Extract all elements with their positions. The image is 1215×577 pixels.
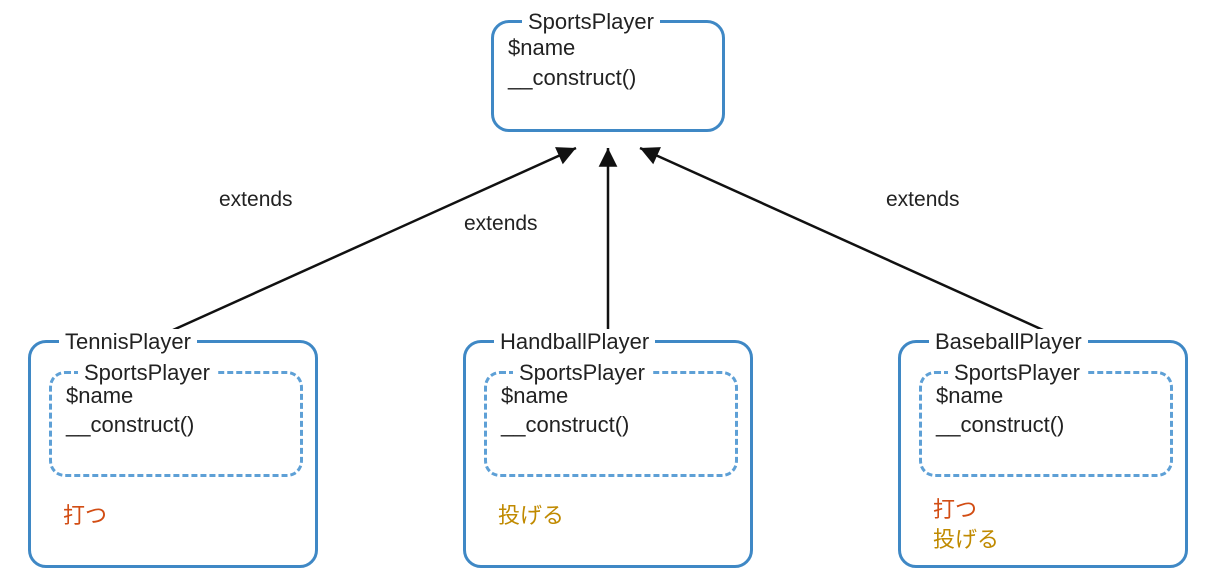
class-title: TennisPlayer — [59, 329, 197, 355]
inherited-title: SportsPlayer — [78, 360, 216, 386]
extends-label-left: extends — [217, 188, 295, 212]
inherited-box: SportsPlayer $name __construct() — [919, 371, 1173, 477]
class-box-baseball: BaseballPlayer SportsPlayer $name __cons… — [898, 340, 1188, 568]
inherited-constructor: __construct() — [501, 411, 721, 440]
own-method: 投げる — [933, 525, 999, 555]
class-box-tennis: TennisPlayer SportsPlayer $name __constr… — [28, 340, 318, 568]
extends-label-middle: extends — [462, 212, 540, 236]
inherited-property: $name — [501, 382, 721, 411]
class-property: $name — [508, 33, 708, 63]
class-title: HandballPlayer — [494, 329, 655, 355]
class-title: SportsPlayer — [522, 9, 660, 35]
inherited-box: SportsPlayer $name __construct() — [484, 371, 738, 477]
own-method: 打つ — [63, 501, 107, 531]
inherited-title: SportsPlayer — [513, 360, 651, 386]
own-method: 投げる — [498, 501, 564, 531]
class-title: BaseballPlayer — [929, 329, 1088, 355]
class-constructor: __construct() — [508, 63, 708, 93]
inherited-constructor: __construct() — [936, 411, 1156, 440]
class-box-parent: SportsPlayer $name __construct() — [491, 20, 725, 132]
inherited-title: SportsPlayer — [948, 360, 1086, 386]
inherited-property: $name — [66, 382, 286, 411]
inherited-constructor: __construct() — [66, 411, 286, 440]
inherited-property: $name — [936, 382, 1156, 411]
own-method: 打つ — [933, 495, 977, 525]
extends-label-right: extends — [884, 188, 962, 212]
inherited-box: SportsPlayer $name __construct() — [49, 371, 303, 477]
class-box-handball: HandballPlayer SportsPlayer $name __cons… — [463, 340, 753, 568]
